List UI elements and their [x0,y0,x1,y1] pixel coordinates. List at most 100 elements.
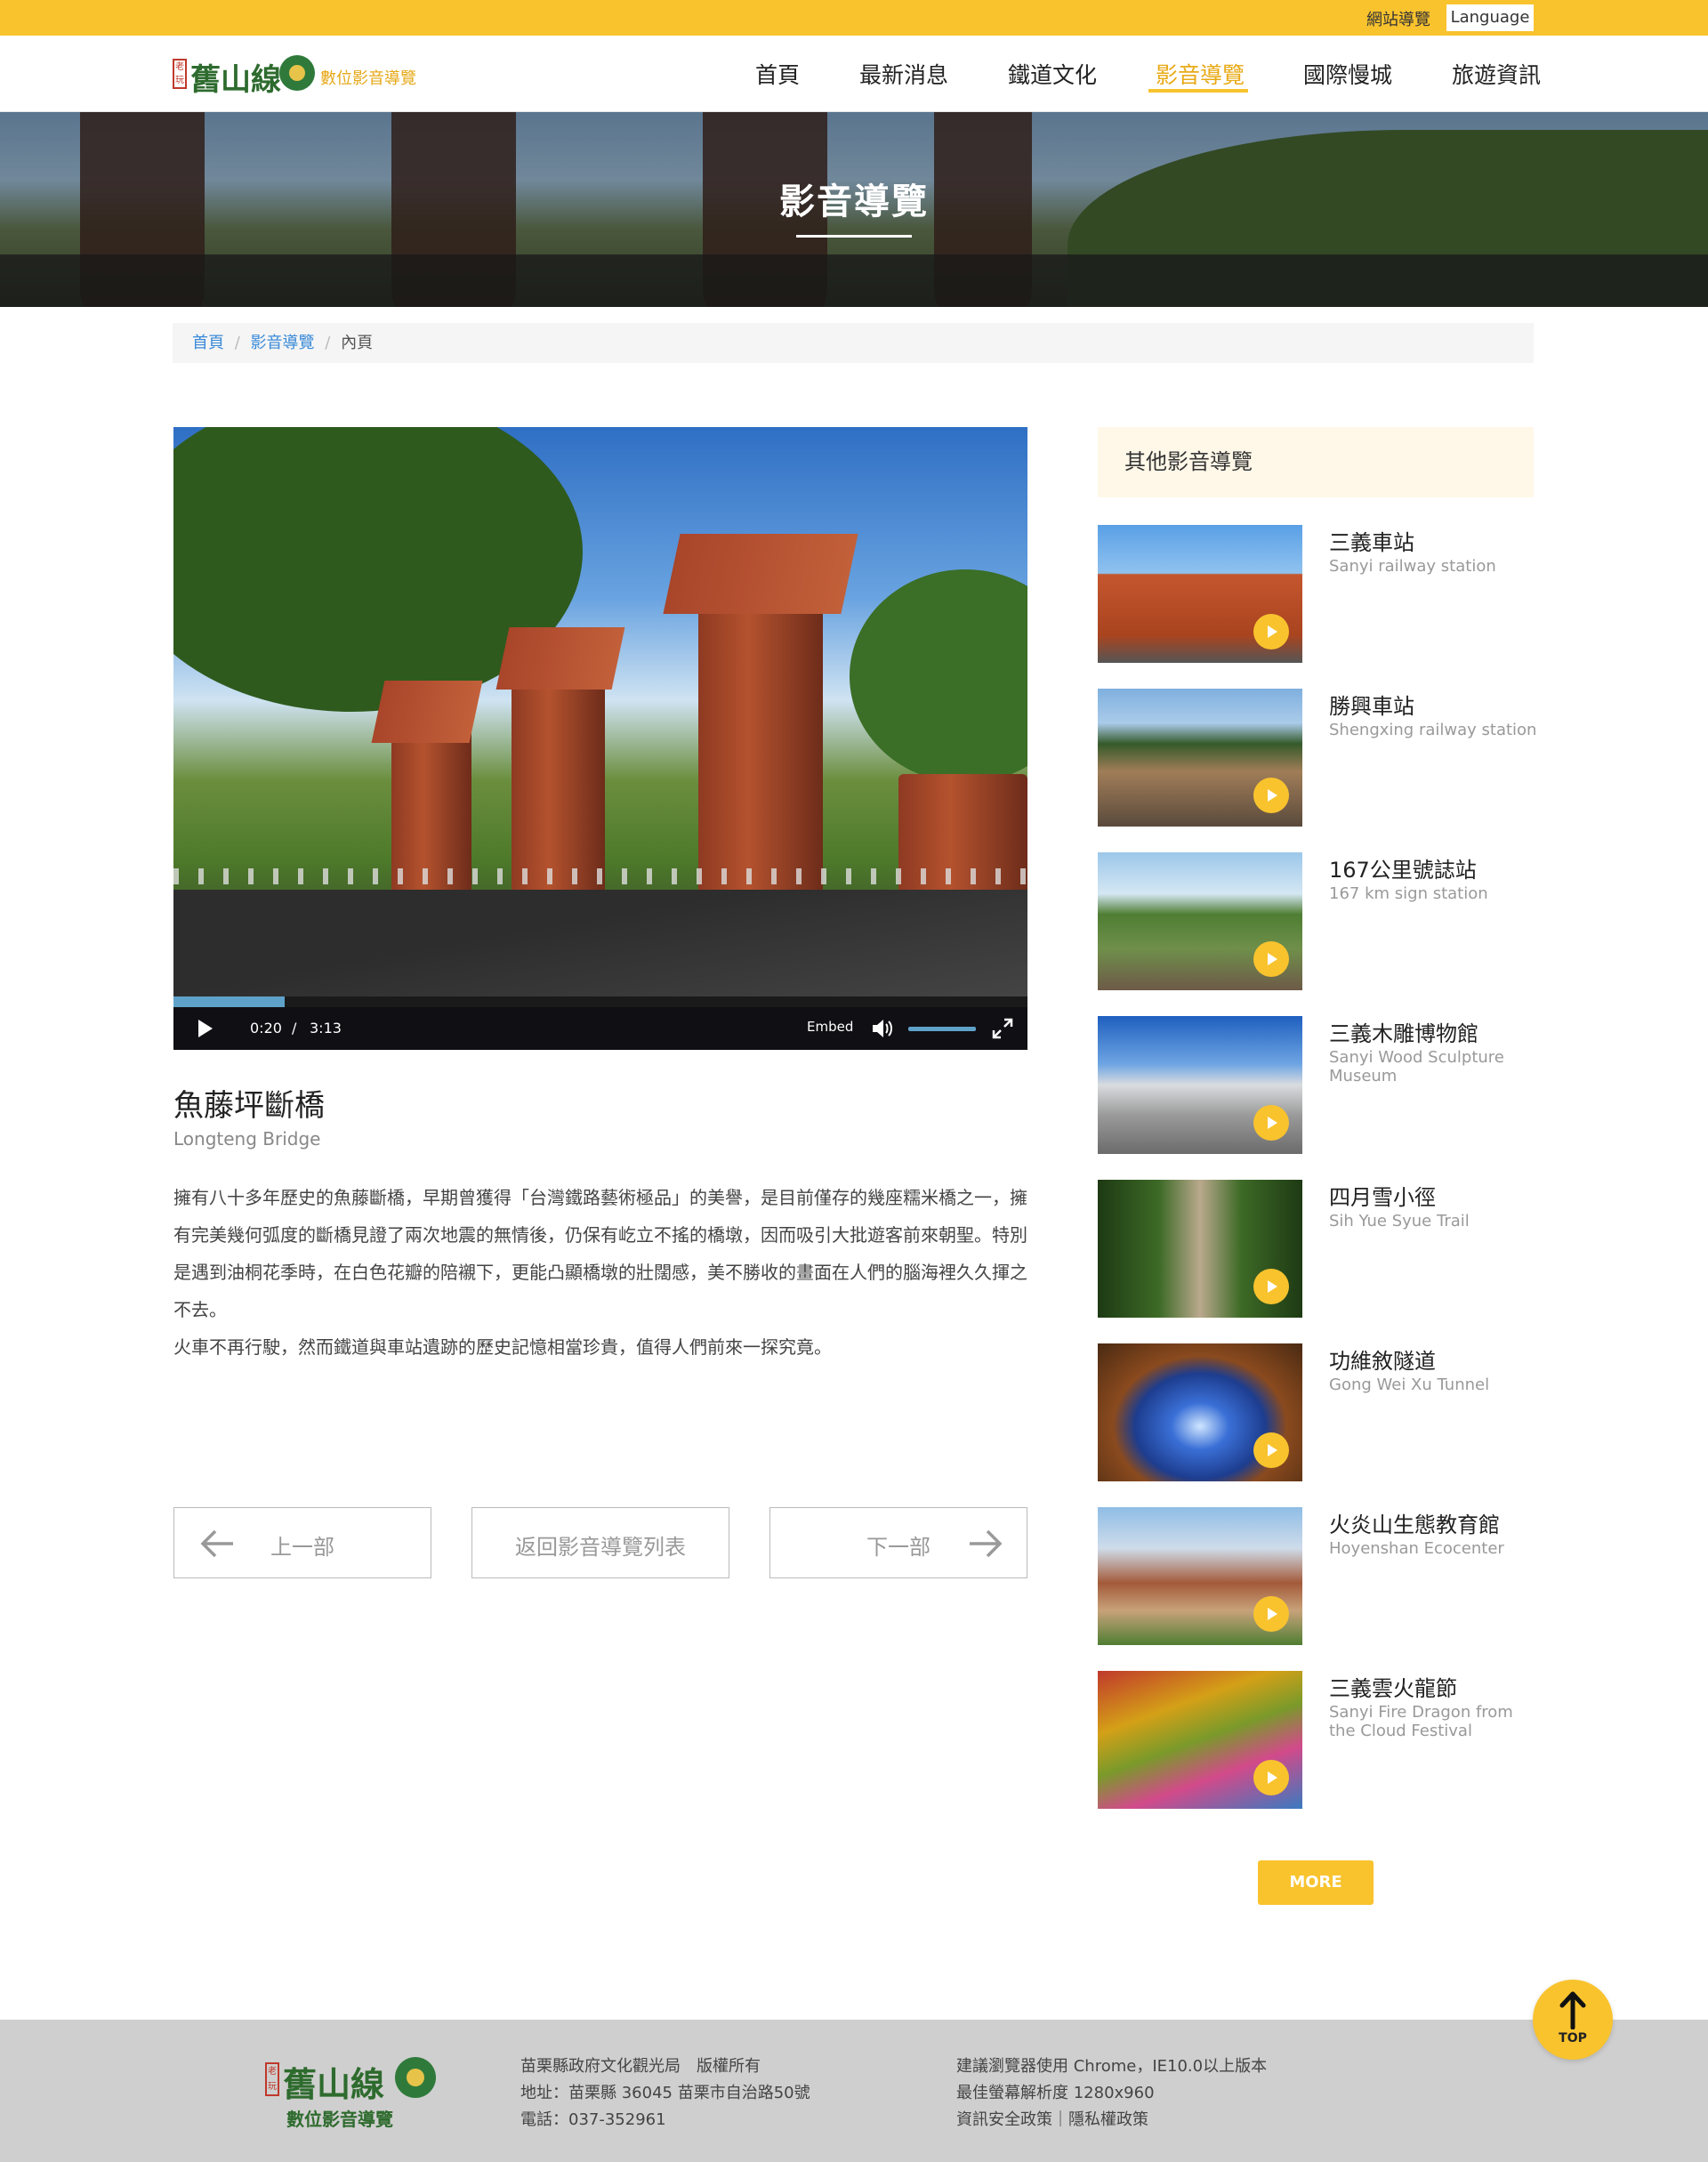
current-time: 0:20 [250,1020,282,1037]
back-to-list-button[interactable]: 返回影音導覽列表 [471,1507,729,1578]
volume-slider[interactable] [908,1027,976,1031]
play-icon[interactable] [1253,1760,1289,1795]
more-button[interactable]: MORE [1258,1860,1374,1905]
footer-address: 地址：苗栗縣 36045 苗栗市自治路50號 [520,2084,810,2102]
video-title: 魚藤坪斷橋 [173,1088,325,1124]
video-item-subtitle: 167 km sign station [1329,884,1488,903]
footer-logo-subtitle: 數位影音導覽 [286,2109,393,2130]
bridge-pier-top [371,681,483,743]
play-icon[interactable] [198,1020,213,1037]
page-banner: 影音導覽 [0,112,1708,307]
bridge-pier-top [663,534,858,614]
footer-contact: 苗栗縣政府文化觀光局 版權所有 地址：苗栗縣 36045 苗栗市自治路50號 電… [520,2053,810,2134]
video-item-title[interactable]: 四月雪小徑 [1329,1180,1436,1211]
nav-home[interactable]: 首頁 [755,58,800,90]
next-video-button[interactable]: 下一部 [769,1507,1027,1578]
play-icon[interactable] [1253,1105,1289,1141]
footer-info: 建議瀏覽器使用 Chrome，IE10.0以上版本 最佳螢幕解析度 1280x9… [956,2053,1267,2134]
play-icon[interactable] [1253,941,1289,977]
play-icon[interactable] [1253,1269,1289,1304]
logo-emblem-icon [279,55,315,91]
footer-logo-emblem-icon [395,2057,436,2098]
video-thumbnail[interactable] [1098,1016,1302,1154]
description-paragraph: 擁有八十多年歷史的魚藤斷橋，早期曾獲得「台灣鐵路藝術極品」的美譽，是目前僅存的幾… [173,1187,1027,1320]
video-item-title[interactable]: 三義車站 [1329,525,1414,556]
video-item-title[interactable]: 三義木雕博物館 [1329,1016,1478,1047]
breadcrumb-separator: / [325,334,331,352]
sidebar-video-item[interactable]: 三義車站 Sanyi railway station [1098,525,1534,663]
road [173,890,1027,996]
video-item-subtitle: Sanyi Wood Sculpture Museum [1329,1048,1504,1085]
back-to-top-label: TOP [1559,2031,1587,2045]
sidebar-video-item[interactable]: 167公里號誌站 167 km sign station [1098,852,1534,990]
breadcrumb-home[interactable]: 首頁 [192,334,224,352]
breadcrumb-separator: / [234,334,240,352]
video-item-title[interactable]: 功維敘隧道 [1329,1343,1436,1375]
sidebar-video-item[interactable]: 三義雲火龍節 Sanyi Fire Dragon from the Cloud … [1098,1671,1534,1809]
nav-travel-info[interactable]: 旅遊資訊 [1452,58,1541,90]
footer-logo-seal: 老玩 [265,2062,279,2096]
bridge-pier-top [495,627,625,690]
video-item-title[interactable]: 167公里號誌站 [1329,852,1477,883]
utility-bar: 網站導覽 Language [0,0,1708,36]
bridge-pier [898,774,1027,908]
footer-logo[interactable]: 老玩 舊山線 數位影音導覽 [265,2057,452,2130]
back-to-top-button[interactable]: TOP [1533,1980,1613,2060]
nav-cittaslow[interactable]: 國際慢城 [1303,58,1392,90]
embed-button[interactable]: Embed [807,1019,853,1035]
arrow-left-icon [200,1529,233,1558]
video-thumbnail[interactable] [1098,1671,1302,1809]
video-thumbnail[interactable] [1098,1343,1302,1481]
breadcrumb: 首頁 / 影音導覽 / 內頁 [173,323,1534,363]
nav-railway-culture[interactable]: 鐵道文化 [1008,58,1097,90]
sidebar-video-item[interactable]: 功維敘隧道 Gong Wei Xu Tunnel [1098,1343,1534,1481]
video-frame[interactable] [173,427,1027,996]
language-button[interactable]: Language [1446,4,1534,31]
play-icon[interactable] [1253,1596,1289,1632]
video-subtitle: Longteng Bridge [173,1128,321,1150]
site-logo[interactable]: 老玩 舊山線 數位影音導覽 [173,53,439,98]
breadcrumb-current: 內頁 [341,334,374,352]
sitemap-link[interactable]: 網站導覽 [1366,7,1430,30]
video-thumbnail[interactable] [1098,1507,1302,1645]
breadcrumb-section[interactable]: 影音導覽 [251,334,315,352]
video-thumbnail[interactable] [1098,1180,1302,1318]
video-controls: 0:20 / 3:13 Embed [173,1007,1027,1050]
video-item-title[interactable]: 勝興車站 [1329,689,1414,720]
play-icon[interactable] [1253,1432,1289,1468]
duration: 3:13 [310,1020,342,1037]
video-item-subtitle: Hoyenshan Ecocenter [1329,1539,1504,1558]
play-icon[interactable] [1253,614,1289,649]
footer-policy-links[interactable]: 資訊安全政策｜隱私權政策 [956,2107,1267,2134]
video-thumbnail[interactable] [1098,525,1302,663]
sidebar-video-item[interactable]: 三義木雕博物館 Sanyi Wood Sculpture Museum [1098,1016,1534,1154]
video-thumbnail[interactable] [1098,852,1302,990]
play-icon[interactable] [1253,778,1289,813]
logo-subtitle: 數位影音導覽 [320,69,416,88]
video-progress-bar[interactable] [173,996,1027,1007]
footer-browser-note: 建議瀏覽器使用 Chrome，IE10.0以上版本 [956,2057,1268,2076]
arrow-right-icon [970,1529,1003,1558]
nav-video-guide[interactable]: 影音導覽 [1156,58,1245,90]
video-item-subtitle: Sih Yue Syue Trail [1329,1212,1470,1230]
sidebar-video-item[interactable]: 四月雪小徑 Sih Yue Syue Trail [1098,1180,1534,1318]
page-title: 影音導覽 [779,182,929,222]
bridge-pier [698,578,823,890]
time-separator: / [292,1020,297,1037]
nav-news[interactable]: 最新消息 [859,58,948,90]
video-progress-fill [173,996,285,1007]
video-item-title[interactable]: 三義雲火龍節 [1329,1671,1457,1702]
video-thumbnail[interactable] [1098,689,1302,827]
video-item-title[interactable]: 火炎山生態教育館 [1329,1507,1500,1538]
sidebar-heading: 其他影音導覽 [1098,427,1534,497]
fullscreen-icon[interactable] [992,1018,1013,1039]
prev-video-button[interactable]: 上一部 [173,1507,431,1578]
footer-logo-name: 舊山線 [283,2064,385,2104]
sidebar-video-item[interactable]: 勝興車站 Shengxing railway station [1098,689,1536,827]
footer-resolution-note: 最佳螢幕解析度 1280x960 [956,2084,1155,2102]
next-label: 下一部 [866,1535,931,1560]
video-player[interactable]: 0:20 / 3:13 Embed [173,427,1027,1050]
title-underline [796,235,912,238]
sidebar-video-item[interactable]: 火炎山生態教育館 Hoyenshan Ecocenter [1098,1507,1534,1645]
volume-icon[interactable] [871,1018,894,1039]
